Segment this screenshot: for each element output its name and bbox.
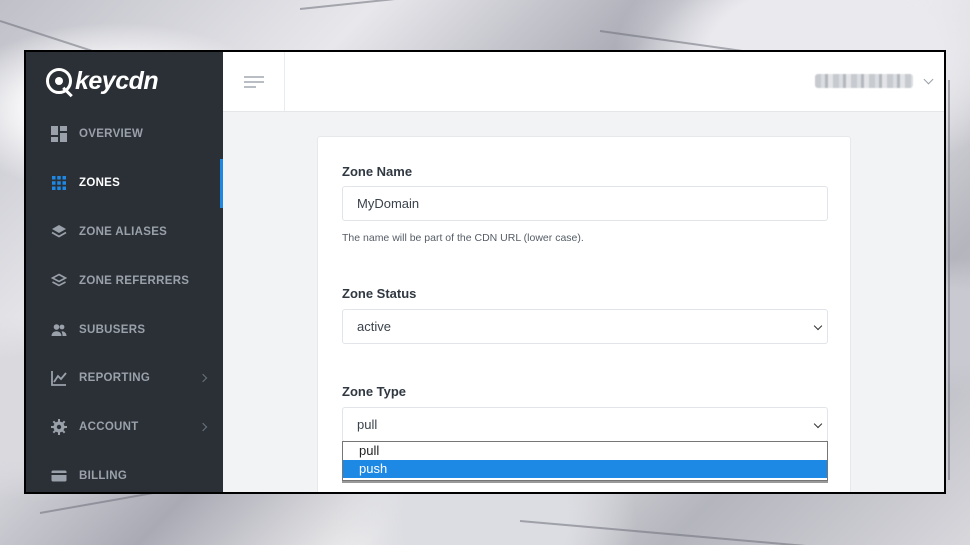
sidebar-item-account[interactable]: ACCOUNT — [26, 403, 223, 452]
zone-name-input[interactable]: MyDomain — [342, 186, 828, 221]
chevron-down-icon — [813, 321, 823, 331]
background-texture — [299, 0, 519, 10]
sidebar-item-label: SUBUSERS — [79, 323, 146, 336]
users-icon — [51, 322, 67, 338]
chevron-down-icon — [923, 74, 934, 84]
user-name-redacted — [815, 74, 913, 88]
sidebar-item-label: OVERVIEW — [79, 128, 144, 141]
sidebar-item-label: BILLING — [79, 469, 128, 482]
keycdn-logo-icon — [46, 68, 72, 94]
sidebar-item-label: ZONES — [79, 177, 121, 190]
zone-status-label: Zone Status — [342, 286, 417, 301]
credit-card-icon — [51, 468, 67, 484]
zone-type-label: Zone Type — [342, 384, 407, 399]
sidebar-item-label: ZONE ALIASES — [79, 225, 168, 238]
chevron-right-icon — [198, 422, 208, 432]
zone-type-select[interactable]: pull — [342, 407, 828, 442]
app-window: keycdn OVERVIEW ZONES ZONE ALIASES ZONE — [24, 50, 946, 494]
sidebar-item-zone-aliases[interactable]: ZONE ALIASES — [26, 208, 223, 257]
chevron-right-icon — [198, 374, 208, 383]
sidebar-item-zone-referrers[interactable]: ZONE REFERRERS — [26, 256, 223, 305]
layers-icon — [51, 224, 67, 240]
dropdown-shadow — [342, 481, 828, 483]
sidebar-item-billing[interactable]: BILLING — [26, 452, 223, 492]
sidebar-item-label: ACCOUNT — [79, 421, 139, 434]
chart-icon — [51, 370, 67, 387]
sidebar: keycdn OVERVIEW ZONES ZONE ALIASES ZONE — [26, 52, 223, 492]
zone-status-select[interactable]: active — [342, 309, 828, 344]
sidebar-item-reporting[interactable]: REPORTING — [26, 354, 223, 403]
main-area: Zone Name MyDomain The name will be part… — [223, 52, 944, 492]
hamburger-icon — [243, 73, 264, 91]
zone-name-label: Zone Name — [342, 164, 413, 179]
zone-type-dropdown: pull push — [342, 441, 828, 481]
sidebar-item-zones[interactable]: ZONES — [26, 158, 223, 208]
zone-type-value: pull — [357, 417, 378, 432]
sidebar-item-subusers[interactable]: SUBUSERS — [26, 305, 223, 354]
background-texture — [519, 520, 899, 545]
sidebar-item-label: REPORTING — [79, 372, 151, 385]
user-menu[interactable] — [815, 74, 934, 88]
zone-name-value: MyDomain — [357, 196, 420, 211]
dashboard-icon — [51, 126, 67, 143]
zone-form-card: Zone Name MyDomain The name will be part… — [317, 136, 851, 492]
brand-name: keycdn — [75, 66, 159, 95]
chevron-down-icon — [813, 419, 823, 429]
zone-type-option-pull[interactable]: pull — [343, 442, 827, 460]
menu-toggle-button[interactable] — [223, 52, 285, 111]
background-texture — [948, 80, 950, 480]
gear-icon — [51, 419, 67, 436]
top-bar — [223, 52, 944, 112]
layers-outline-icon — [51, 273, 67, 289]
zone-name-help: The name will be part of the CDN URL (lo… — [342, 232, 584, 244]
zone-status-value: active — [357, 319, 391, 334]
grid-icon — [51, 175, 67, 191]
brand-logo[interactable]: keycdn — [26, 52, 223, 110]
sidebar-item-label: ZONE REFERRERS — [79, 274, 190, 287]
zone-type-option-push[interactable]: push — [343, 460, 827, 478]
content-area: Zone Name MyDomain The name will be part… — [223, 112, 944, 492]
sidebar-item-overview[interactable]: OVERVIEW — [26, 110, 223, 159]
